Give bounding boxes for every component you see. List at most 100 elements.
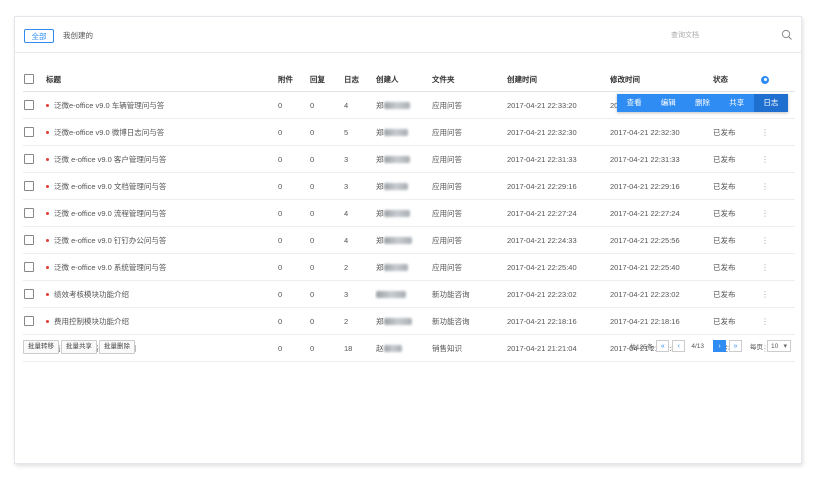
unread-dot-icon	[46, 131, 49, 135]
doc-title-link[interactable]: 泛微 e-office v9.0 钉钉办公问与答	[54, 236, 166, 245]
more-icon[interactable]: ⋮	[761, 209, 769, 218]
row-checkbox[interactable]	[24, 289, 34, 299]
table-row[interactable]: 泛微 e-office v9.0 钉钉办公问与答 0 0 4 郑应用问答 2017-04-…	[23, 226, 795, 254]
batch-share-button[interactable]: 批量共享	[61, 340, 97, 354]
row-checkbox[interactable]	[24, 154, 34, 164]
row-checkbox[interactable]	[24, 316, 34, 326]
row-checkbox[interactable]	[24, 100, 34, 110]
unread-dot-icon	[46, 212, 49, 216]
doc-title-link[interactable]: 泛微e-office v9.0 车辆管理问与答	[54, 101, 164, 110]
more-icon[interactable]: ⋮	[761, 263, 769, 272]
share-button[interactable]: 共享	[720, 94, 754, 112]
attachments-count: 0	[277, 118, 309, 146]
table-row[interactable]: 泛微e-office v9.0 微博日志问与答 0 0 5 郑应用问答 2017-04-2…	[23, 118, 795, 146]
row-checkbox[interactable]	[24, 181, 34, 191]
view-button[interactable]: 查看	[617, 94, 651, 112]
row-checkbox[interactable]	[24, 208, 34, 218]
doc-title-link[interactable]: 绩效考核模块功能介绍	[54, 290, 129, 299]
first-page-button[interactable]: «	[656, 340, 670, 352]
replies-count: 0	[309, 280, 343, 308]
row-checkbox[interactable]	[24, 127, 34, 137]
pagination: 共125条 « ‹ 4/13 › » 每页 10	[629, 340, 791, 352]
more-icon[interactable]: ⋮	[761, 317, 769, 326]
doc-title-link[interactable]: 泛微 e-office v9.0 客户管理问与答	[54, 155, 166, 164]
next-page-button[interactable]: ›	[713, 340, 726, 352]
search-icon[interactable]	[781, 29, 793, 41]
attachments-count: 0	[277, 280, 309, 308]
batch-move-button[interactable]: 批量转移	[23, 340, 59, 354]
more-icon[interactable]: ⋮	[761, 182, 769, 191]
attachments-count: 0	[277, 145, 309, 173]
created-time: 2017-04-21 22:31:33	[506, 145, 609, 173]
folder-name: 应用问答	[431, 145, 506, 173]
select-all-checkbox[interactable]	[24, 74, 34, 84]
created-time: 2017-04-21 22:18:16	[506, 307, 609, 335]
doc-title-link[interactable]: 泛微 e-office v9.0 流程管理问与答	[54, 209, 166, 218]
status-label: 已发布	[712, 226, 760, 254]
table-row[interactable]: 泛微 e-office v9.0 客户管理问与答 0 0 3 郑应用问答 2017-04-…	[23, 145, 795, 173]
table-row[interactable]: 泛微 e-office v9.0 流程管理问与答 0 0 4 郑应用问答 2017-04-…	[23, 199, 795, 227]
logs-count: 4	[343, 199, 375, 227]
column-settings-icon[interactable]	[761, 75, 769, 84]
doc-title-link[interactable]: 泛微 e-office v9.0 文档管理问与答	[54, 182, 166, 191]
unread-dot-icon	[46, 293, 49, 297]
modified-time: 2017-04-21 22:23:02	[609, 280, 712, 308]
doc-title-link[interactable]: 泛微e-office v9.0 微博日志问与答	[54, 128, 164, 137]
more-icon[interactable]: ⋮	[761, 290, 769, 299]
unread-dot-icon	[46, 104, 49, 108]
doc-title-link[interactable]: 费用控制模块功能介绍	[54, 317, 129, 326]
created-time: 2017-04-21 22:32:30	[506, 118, 609, 146]
col-creator: 创建人	[375, 67, 431, 92]
row-checkbox[interactable]	[24, 262, 34, 272]
logs-count: 3	[343, 145, 375, 173]
status-label: 已发布	[712, 145, 760, 173]
logs-count: 2	[343, 253, 375, 281]
created-time: 2017-04-21 22:24:33	[506, 226, 609, 254]
total-count: 共125条	[629, 344, 654, 351]
creator-name: 郑	[376, 181, 384, 191]
tab-mine[interactable]: 我创建的	[63, 29, 93, 43]
col-created[interactable]: 创建时间	[506, 67, 609, 92]
creator-name: 赵	[376, 343, 384, 353]
table-row[interactable]: 绩效考核模块功能介绍 0 0 3 新功能咨询 2017-04-21 22:23:02 201…	[23, 280, 795, 308]
unread-dot-icon	[46, 320, 49, 324]
col-modified[interactable]: 修改时间	[609, 67, 712, 92]
log-button[interactable]: 日志	[753, 94, 789, 112]
last-page-button[interactable]: »	[729, 340, 742, 352]
batch-delete-button[interactable]: 批量删除	[99, 340, 135, 354]
doc-title-link[interactable]: 泛微 e-office v9.0 系统管理问与答	[54, 263, 166, 272]
folder-name: 应用问答	[431, 91, 506, 119]
redacted-name	[383, 101, 410, 109]
created-time: 2017-04-21 21:21:04	[506, 334, 609, 362]
redacted-name	[383, 128, 408, 136]
col-title[interactable]: 标题	[45, 67, 277, 92]
logs-count: 4	[343, 91, 375, 119]
modified-time: 2017-04-21 22:31:33	[609, 145, 712, 173]
status-label: 已发布	[712, 118, 760, 146]
status-label: 已发布	[712, 253, 760, 281]
tab-all[interactable]: 全部	[24, 29, 54, 43]
redacted-name	[376, 290, 406, 298]
delete-button[interactable]: 删除	[685, 94, 719, 112]
folder-name: 应用问答	[431, 199, 506, 227]
created-time: 2017-04-21 22:27:24	[506, 199, 609, 227]
creator-name: 郑	[376, 154, 384, 164]
search-input[interactable]: 查询文档	[671, 28, 783, 44]
per-page-select[interactable]: 10	[767, 340, 791, 352]
table-row[interactable]: 泛微 e-office v9.0 文档管理问与答 0 0 3 郑应用问答 2017-04-…	[23, 172, 795, 200]
table-row[interactable]: 费用控制模块功能介绍 0 0 2 郑新功能咨询 2017-04-21 22:18:16 20…	[23, 307, 795, 335]
folder-name: 新功能咨询	[431, 280, 506, 308]
modified-time: 2017-04-21 22:32:30	[609, 118, 712, 146]
created-time: 2017-04-21 22:33:20	[506, 91, 609, 119]
edit-button[interactable]: 编辑	[651, 94, 685, 112]
more-icon[interactable]: ⋮	[761, 236, 769, 245]
prev-page-button[interactable]: ‹	[672, 340, 686, 352]
creator-name: 郑	[376, 127, 384, 137]
status-label: 已发布	[712, 280, 760, 308]
replies-count: 0	[309, 91, 343, 119]
table-row[interactable]: 泛微 e-office v9.0 系统管理问与答 0 0 2 郑应用问答 2017-04-…	[23, 253, 795, 281]
row-checkbox[interactable]	[24, 235, 34, 245]
redacted-name	[383, 263, 408, 271]
more-icon[interactable]: ⋮	[761, 155, 769, 164]
more-icon[interactable]: ⋮	[761, 128, 769, 137]
